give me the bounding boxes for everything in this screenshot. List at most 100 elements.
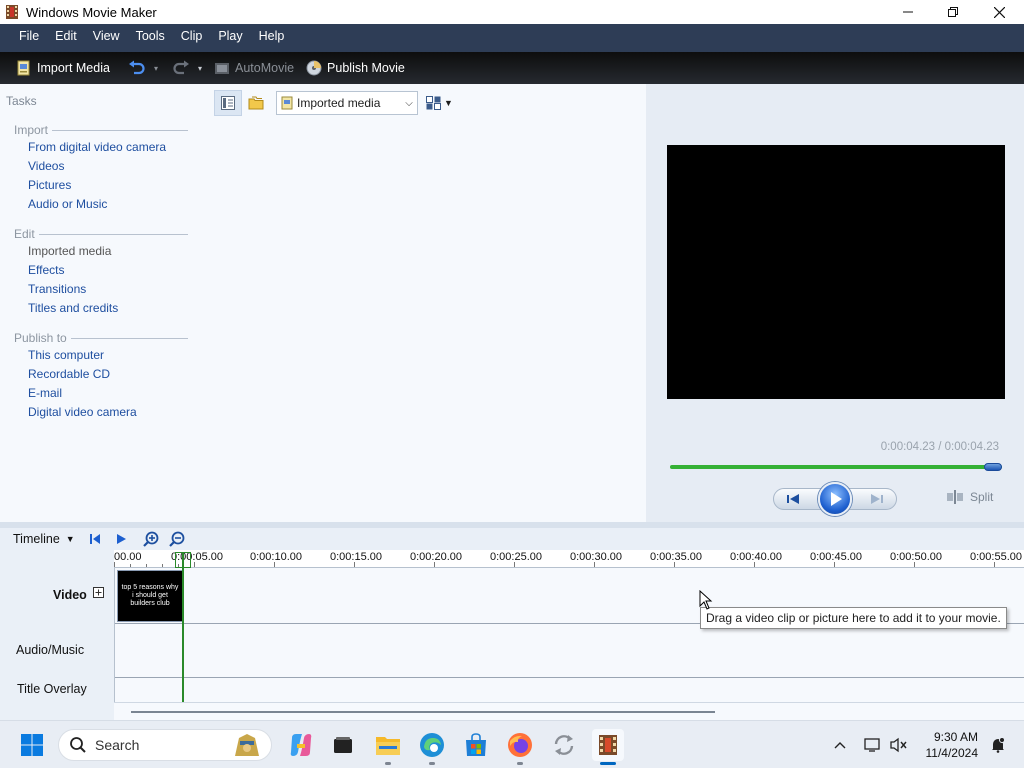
video-clip[interactable]: top 5 reasons why i should get builders … — [117, 570, 183, 622]
minimize-button[interactable] — [885, 0, 931, 24]
menu-edit[interactable]: Edit — [47, 24, 85, 48]
timeline-ruler[interactable]: 00.00 0:00:05.00 0:00:10.00 0:00:15.00 0… — [114, 550, 1024, 568]
notifications-button[interactable] — [990, 737, 1006, 753]
play-icon — [116, 534, 126, 544]
section-header: Edit — [14, 226, 188, 242]
taskbar-sync-app[interactable] — [548, 729, 580, 761]
next-frame-button[interactable] — [857, 492, 891, 506]
collections-toggle[interactable] — [242, 90, 270, 116]
menu-help[interactable]: Help — [251, 24, 293, 48]
minimize-icon — [903, 11, 913, 13]
automovie-button[interactable]: AutoMovie — [210, 55, 298, 81]
next-frame-icon — [871, 494, 883, 504]
taskbar-edge[interactable] — [416, 729, 448, 765]
import-media-label: Import Media — [37, 61, 110, 75]
volume-status[interactable] — [889, 737, 908, 753]
undo-button[interactable] — [124, 55, 150, 81]
collection-toolbar: Imported media ⌵ ▼ — [214, 90, 453, 116]
close-button[interactable] — [976, 0, 1022, 24]
task-videos[interactable]: Videos — [14, 157, 188, 176]
zoom-in-button[interactable] — [142, 531, 159, 547]
publish-movie-label: Publish Movie — [327, 61, 405, 75]
split-button[interactable]: Split — [946, 490, 993, 504]
playhead[interactable] — [182, 552, 184, 702]
zoom-out-button[interactable] — [168, 531, 185, 547]
preview-monitor-pane: 0:00:04.23 / 0:00:04.23 Split — [646, 84, 1024, 522]
rewind-timeline-button[interactable] — [87, 531, 103, 547]
ruler-tick: 0:00:50.00 — [890, 551, 942, 563]
collection-dropdown[interactable]: Imported media ⌵ — [276, 91, 418, 115]
clock-date: 11/4/2024 — [925, 746, 979, 760]
task-digital-video-camera[interactable]: Digital video camera — [14, 403, 188, 422]
undo-dropdown[interactable]: ▾ — [150, 55, 162, 81]
start-button[interactable] — [16, 729, 48, 761]
publish-movie-button[interactable]: Publish Movie — [302, 55, 409, 81]
task-titles-and-credits[interactable]: Titles and credits — [14, 299, 188, 318]
windows-taskbar: Search 9:30 AM 11/4/2024 — [0, 720, 1024, 768]
expand-video-track-button[interactable] — [93, 587, 104, 601]
firefox-icon — [508, 733, 532, 757]
collection-area: Imported media ⌵ ▼ — [208, 84, 646, 522]
redo-dropdown[interactable]: ▾ — [194, 55, 206, 81]
taskbar-movie-maker[interactable] — [592, 729, 624, 765]
ruler-tick: 0:00:40.00 — [730, 551, 782, 563]
windows-logo-icon — [21, 734, 43, 756]
timeline-label: Timeline — [13, 532, 60, 546]
movie-maker-icon — [599, 735, 617, 755]
network-status[interactable] — [863, 737, 882, 753]
task-imported-media[interactable]: Imported media — [14, 242, 188, 261]
views-button[interactable]: ▼ — [426, 96, 453, 110]
views-icon — [426, 96, 441, 110]
clock-time: 9:30 AM — [933, 730, 978, 744]
task-view-icon — [334, 737, 352, 753]
tasks-pane-icon — [221, 96, 235, 110]
chevron-up-icon — [834, 742, 845, 749]
timeline-tracks[interactable]: top 5 reasons why i should get builders … — [114, 568, 1024, 720]
previous-frame-button[interactable] — [779, 492, 813, 506]
taskbar-copilot[interactable] — [285, 729, 317, 761]
task-e-mail[interactable]: E-mail — [14, 384, 188, 403]
scrollbar-thumb[interactable] — [131, 711, 715, 713]
play-timeline-button[interactable] — [113, 531, 129, 547]
tasks-title: Tasks — [6, 94, 37, 108]
import-media-button[interactable]: Import Media — [12, 55, 114, 81]
task-this-computer[interactable]: This computer — [14, 346, 188, 365]
show-hidden-icons-button[interactable] — [834, 741, 846, 749]
restore-button[interactable] — [930, 0, 976, 24]
track-divider — [115, 677, 1024, 678]
menu-clip[interactable]: Clip — [173, 24, 211, 48]
task-effects[interactable]: Effects — [14, 261, 188, 280]
task-transitions[interactable]: Transitions — [14, 280, 188, 299]
tasks-pane-toggle[interactable] — [214, 90, 242, 116]
taskbar-clock[interactable]: 9:30 AM 11/4/2024 — [926, 729, 979, 761]
menu-view[interactable]: View — [85, 24, 128, 48]
ruler-tick: 0:00:30.00 — [570, 551, 622, 563]
chevron-down-icon: ▼ — [65, 534, 75, 544]
play-button[interactable] — [818, 482, 852, 516]
audio-music-track-label: Audio/Music — [16, 643, 85, 657]
restore-icon — [948, 7, 958, 17]
menu-file[interactable]: File — [11, 24, 47, 48]
taskbar-microsoft-store[interactable] — [460, 729, 492, 761]
taskbar-search[interactable]: Search — [58, 729, 272, 761]
menu-tools[interactable]: Tools — [128, 24, 173, 48]
seek-thumb[interactable] — [984, 463, 1002, 471]
taskbar-firefox[interactable] — [504, 729, 536, 765]
import-media-icon — [17, 60, 30, 76]
task-pictures[interactable]: Pictures — [14, 176, 188, 195]
previous-frame-icon — [787, 494, 799, 504]
timeline-horizontal-scrollbar[interactable] — [114, 702, 1024, 720]
task-from-digital-video-camera[interactable]: From digital video camera — [14, 138, 188, 157]
section-header: Publish to — [14, 330, 188, 346]
taskbar-file-explorer[interactable] — [372, 729, 404, 765]
search-highlight-icon — [235, 734, 259, 756]
folder-icon — [376, 737, 400, 755]
timeline-dropdown[interactable]: Timeline ▼ — [13, 532, 75, 546]
taskbar-task-view[interactable] — [327, 729, 359, 761]
task-recordable-cd[interactable]: Recordable CD — [14, 365, 188, 384]
task-audio-or-music[interactable]: Audio or Music — [14, 195, 188, 214]
menu-play[interactable]: Play — [210, 24, 250, 48]
redo-button[interactable] — [168, 55, 194, 81]
seek-bar[interactable] — [670, 465, 1002, 469]
ruler-tick: 0:00:10.00 — [250, 551, 302, 563]
